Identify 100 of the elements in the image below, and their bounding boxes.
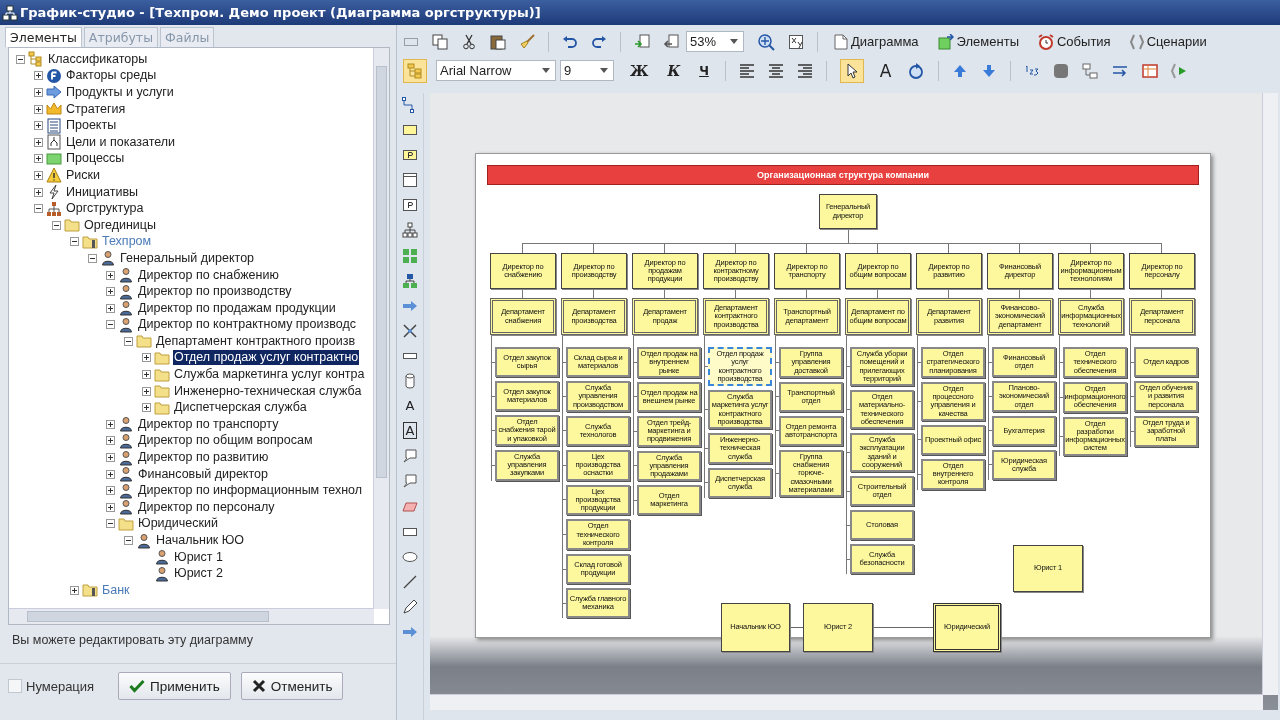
tree-item[interactable]: Диспетчерская служба: [173, 400, 308, 416]
expand-toggle-icon[interactable]: [106, 287, 115, 297]
events-button[interactable]: События: [1035, 33, 1114, 50]
align-left-icon[interactable]: [738, 62, 755, 79]
expand-toggle-icon[interactable]: [88, 253, 97, 263]
expand-toggle-icon[interactable]: [70, 585, 79, 595]
tree-item[interactable]: Техпром: [101, 234, 153, 250]
tree-item[interactable]: Директор по продажам продукции: [137, 300, 337, 316]
bold-button[interactable]: Ж: [627, 62, 652, 79]
align-center-icon[interactable]: [767, 62, 784, 79]
connect-icon[interactable]: [1082, 62, 1099, 79]
tree-item[interactable]: Служба маркетинга услуг контра: [173, 367, 366, 383]
callout-tool-icon[interactable]: [402, 448, 418, 465]
cut-icon[interactable]: [461, 33, 477, 50]
tree-item[interactable]: Юрист 2: [173, 566, 224, 582]
text-tool[interactable]: A: [403, 398, 417, 414]
export-shape-icon[interactable]: [1171, 62, 1188, 79]
zoom-dropdown[interactable]: 53%: [686, 31, 744, 52]
table-icon[interactable]: [1142, 62, 1159, 79]
expand-toggle-icon[interactable]: [106, 270, 115, 280]
expand-toggle-icon[interactable]: [106, 469, 115, 479]
tree-item[interactable]: Директор по производству: [137, 284, 293, 300]
expand-toggle-icon[interactable]: [34, 170, 43, 180]
tree-item[interactable]: Директор по персоналу: [137, 499, 276, 515]
tree-item[interactable]: Риски: [65, 167, 102, 183]
tree-item[interactable]: Инициативы: [65, 184, 140, 200]
tree-item[interactable]: Проекты: [65, 118, 118, 134]
tree-item[interactable]: Финансовый директор: [137, 466, 269, 482]
numbering-checkbox[interactable]: [8, 679, 22, 693]
font-dropdown[interactable]: Arial Narrow: [436, 60, 556, 81]
horizontal-scrollbar[interactable]: [430, 694, 1263, 710]
expand-toggle-icon[interactable]: [106, 502, 115, 512]
import-icon[interactable]: [634, 33, 650, 50]
expand-toggle-icon[interactable]: [34, 204, 43, 214]
hierarchy-tool-icon[interactable]: [402, 272, 418, 289]
tree-item[interactable]: Оргединицы: [83, 217, 157, 233]
rotate-icon[interactable]: [907, 61, 926, 80]
pen-tool-icon[interactable]: [402, 598, 418, 615]
expand-toggle-icon[interactable]: [34, 121, 43, 131]
expand-toggle-icon[interactable]: [34, 88, 43, 97]
frame-tool-icon[interactable]: [402, 172, 418, 189]
expand-toggle-icon[interactable]: [142, 403, 151, 413]
axes-icon[interactable]: [788, 33, 804, 50]
tree-item[interactable]: Генеральный директор: [119, 250, 256, 266]
tree-item[interactable]: Оргструктура: [65, 201, 145, 217]
tree-item[interactable]: Юридический: [137, 516, 219, 532]
brush-icon[interactable]: [519, 33, 535, 50]
line-tool-icon[interactable]: [402, 573, 418, 590]
tree-item[interactable]: Департамент контрактного произв: [155, 333, 357, 349]
undo-icon[interactable]: [562, 33, 578, 50]
tree-item[interactable]: Инженерно-техническая служба: [173, 383, 363, 399]
expand-toggle-icon[interactable]: [34, 154, 43, 164]
expand-toggle-icon[interactable]: [142, 370, 151, 380]
expand-toggle-icon[interactable]: [34, 104, 43, 114]
expand-toggle-icon[interactable]: [124, 536, 133, 545]
expand-toggle-icon[interactable]: [106, 419, 115, 429]
vertical-scrollbar[interactable]: [1262, 93, 1278, 695]
expand-toggle-icon[interactable]: [106, 486, 115, 496]
callout-tool-icon[interactable]: [402, 473, 418, 490]
tree-item[interactable]: Стратегия: [65, 101, 127, 117]
tree-item[interactable]: Цели и показатели: [65, 134, 177, 150]
tree-item[interactable]: Директор по снабжению: [137, 267, 280, 283]
expand-toggle-icon[interactable]: [52, 220, 61, 230]
tree-toggle-button[interactable]: [403, 58, 427, 83]
zoom-icon[interactable]: [757, 32, 775, 51]
export-icon[interactable]: [663, 33, 679, 50]
panel-tab[interactable]: Элементы: [5, 27, 82, 47]
italic-button[interactable]: К: [664, 62, 684, 79]
align-right-icon[interactable]: [796, 62, 813, 79]
expand-toggle-icon[interactable]: [106, 303, 115, 313]
text-tool-button[interactable]: A: [876, 60, 895, 81]
horizontal-scrollbar[interactable]: [9, 608, 374, 624]
apply-button[interactable]: Применить: [118, 672, 231, 700]
tree-item[interactable]: Директор по транспорту: [137, 416, 280, 432]
expand-toggle-icon[interactable]: [142, 386, 151, 396]
expand-toggle-icon[interactable]: [34, 187, 43, 197]
tree-item[interactable]: Банк: [101, 582, 131, 598]
text-tool[interactable]: A: [402, 422, 418, 440]
expand-toggle-icon[interactable]: [70, 237, 79, 247]
expand-toggle-icon[interactable]: [124, 336, 133, 346]
org-chart-tool-icon[interactable]: [402, 222, 418, 239]
tree-item[interactable]: Юрист 1: [173, 549, 224, 565]
cylinder-tool-icon[interactable]: [402, 373, 418, 390]
expand-toggle-icon[interactable]: [106, 320, 115, 330]
paste-icon[interactable]: [490, 33, 506, 50]
move-down-icon[interactable]: [981, 62, 998, 79]
expand-toggle-icon[interactable]: [106, 436, 115, 446]
tree-item[interactable]: Классификаторы: [47, 51, 149, 67]
font-size-dropdown[interactable]: 9: [560, 60, 614, 81]
tree-item[interactable]: Продукты и услуги: [65, 85, 175, 100]
vertical-scrollbar[interactable]: [373, 48, 389, 609]
scenarios-button[interactable]: Сценарии: [1126, 33, 1210, 50]
shape-icon[interactable]: [1053, 62, 1070, 79]
elements-button[interactable]: Элементы: [934, 33, 1022, 50]
p-frame-tool-icon[interactable]: [402, 197, 418, 214]
underline-button[interactable]: Ч: [696, 63, 712, 78]
expand-toggle-icon[interactable]: [106, 453, 115, 463]
tree-item[interactable]: Директор по развитию: [137, 450, 270, 466]
cross-tool-icon[interactable]: [402, 322, 418, 339]
expand-toggle-icon[interactable]: [106, 519, 115, 529]
